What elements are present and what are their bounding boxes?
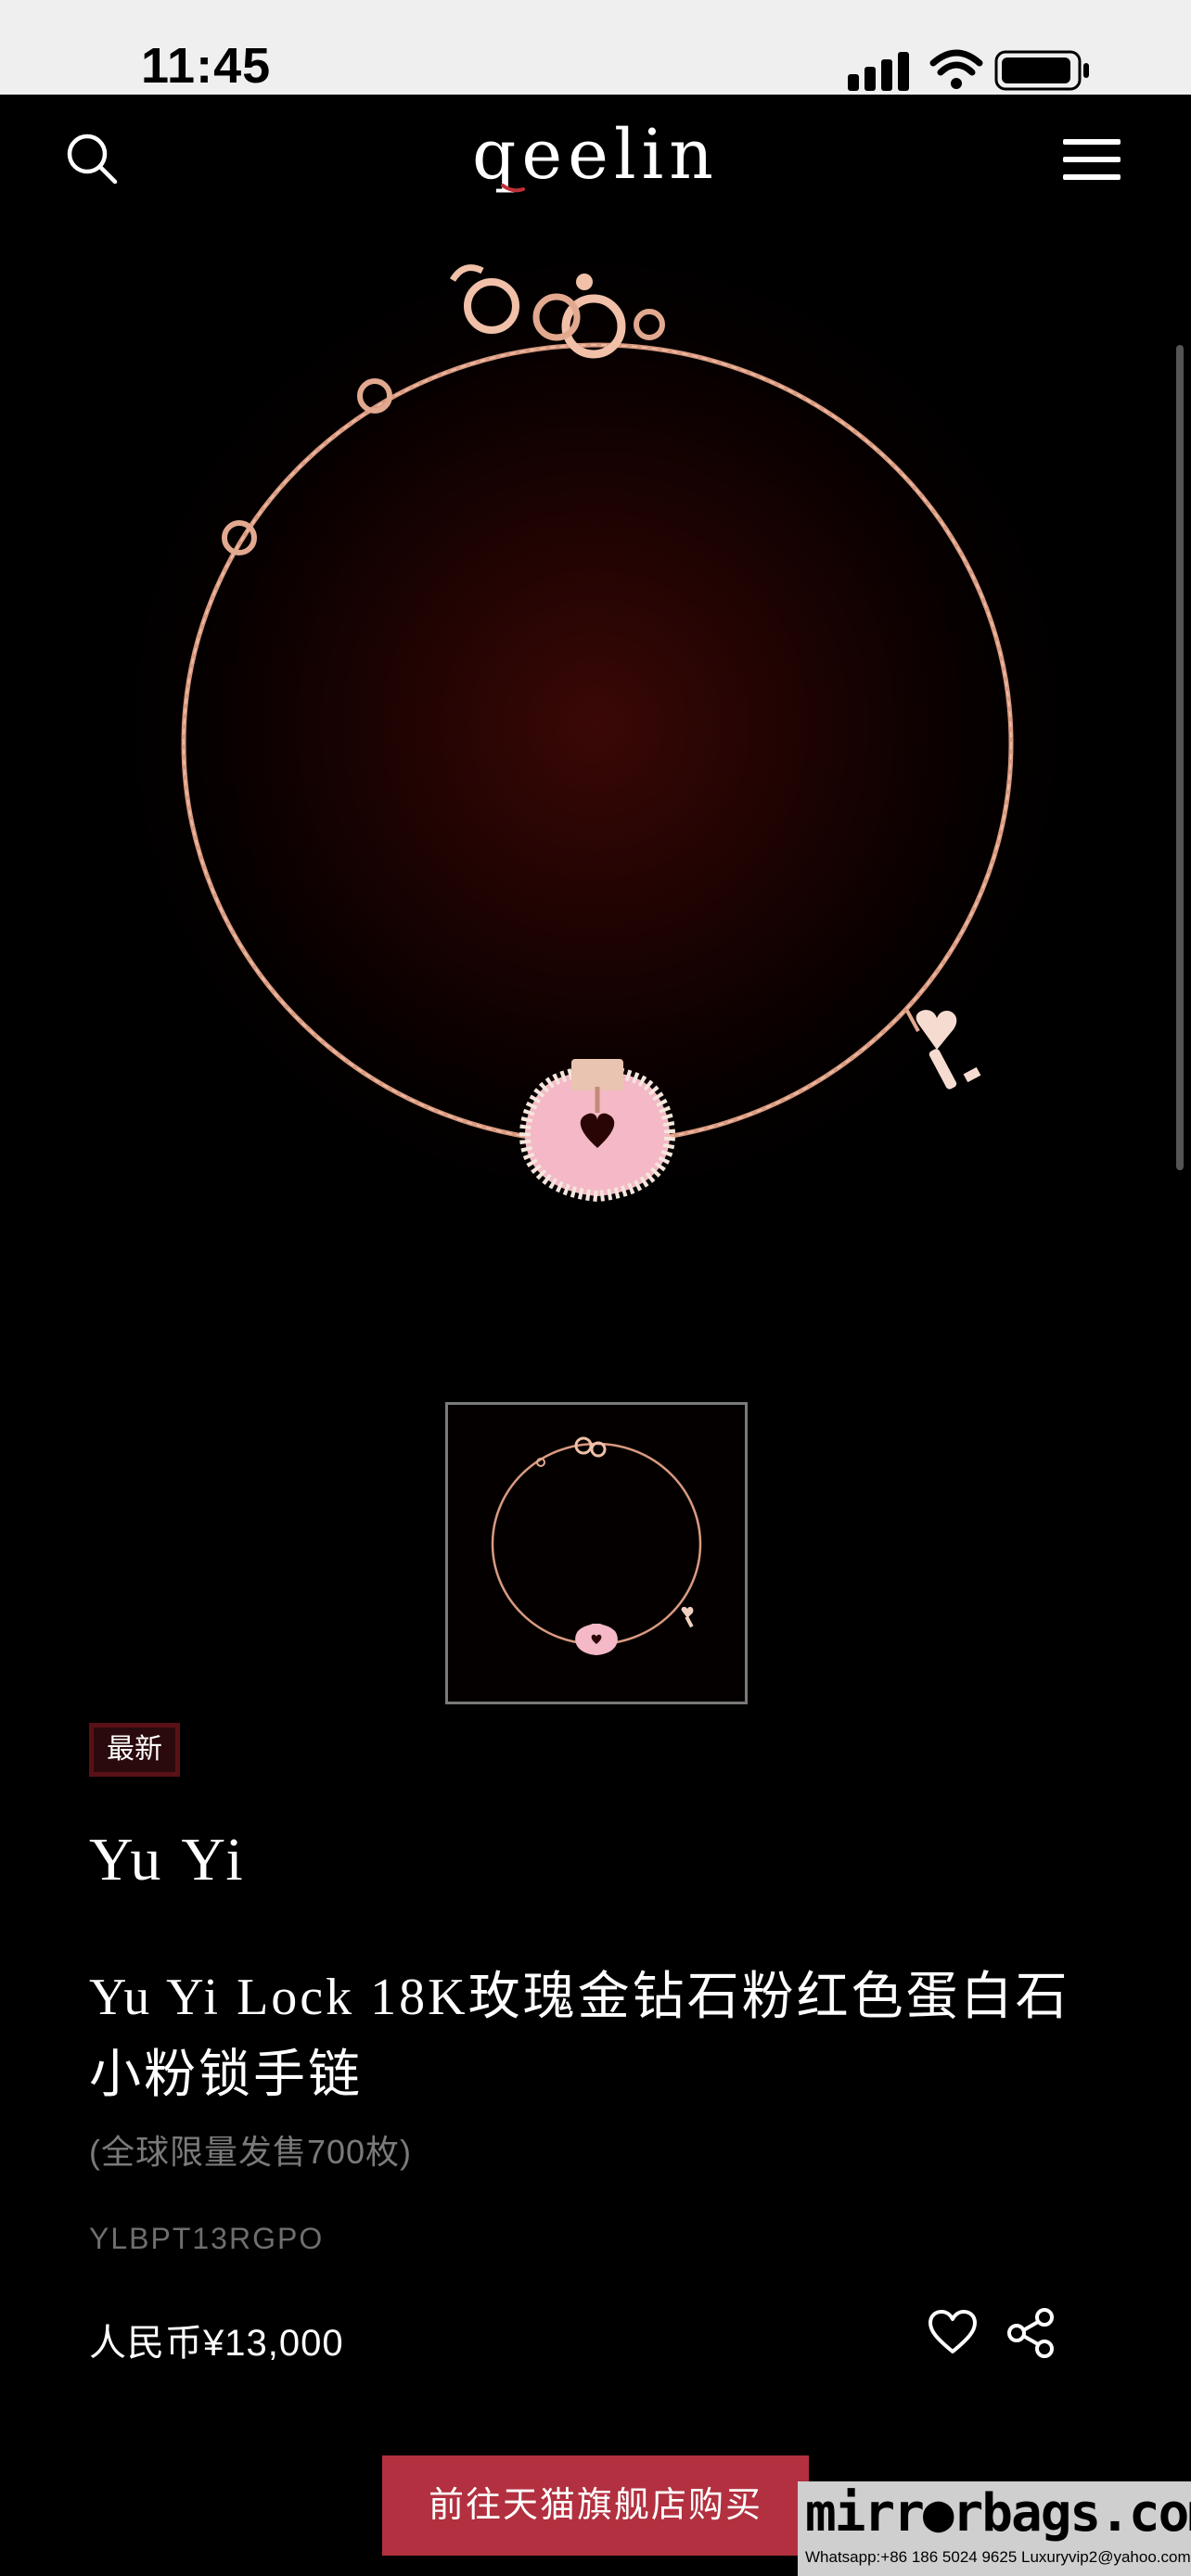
page-scrollbar[interactable] [1176,345,1184,1170]
status-time: 11:45 [141,38,272,94]
signal-wifi-battery-icon [848,49,1089,91]
bracelet-image [181,264,1014,1203]
site-header: qeelin [0,95,1191,224]
image-thumbnail[interactable] [445,1402,748,1704]
brand-logo[interactable]: qeelin [0,115,1191,195]
collection-name: Yu Yi [89,1826,247,1894]
status-icons [848,46,1098,93]
menu-icon [1063,139,1121,180]
buy-at-tmall-button[interactable]: 前往天猫旗舰店购买 [382,2455,809,2556]
logo-accent-mark [501,184,525,193]
product-title: Yu Yi Lock 18K玫瑰金钻石粉红色蛋白石小粉锁手链 [89,1969,1070,2104]
bracelet-thumbnail-image [491,1436,702,1655]
share-icon [1007,2308,1054,2358]
product-price: 人民币¥13,000 [89,2323,344,2364]
watermark: mirr●rbags.com Whatsapp:+86 186 5024 962… [798,2481,1191,2576]
watermark-contact: Whatsapp:+86 186 5024 9625 Luxuryvip2@ya… [805,2548,1191,2566]
share-button[interactable] [1005,2307,1057,2359]
limited-edition-note: (全球限量发售700枚) [89,2133,413,2171]
product-hero-image[interactable] [0,224,1191,1319]
new-badge: 最新 [89,1723,180,1777]
heart-icon [928,2310,977,2353]
favorite-button[interactable] [928,2309,978,2355]
status-bar: 11:45 [0,0,1191,95]
menu-button[interactable] [1063,137,1121,182]
product-sku: YLBPT13RGPO [89,2222,325,2255]
watermark-text: mirr●rbags.com [805,2483,1191,2544]
